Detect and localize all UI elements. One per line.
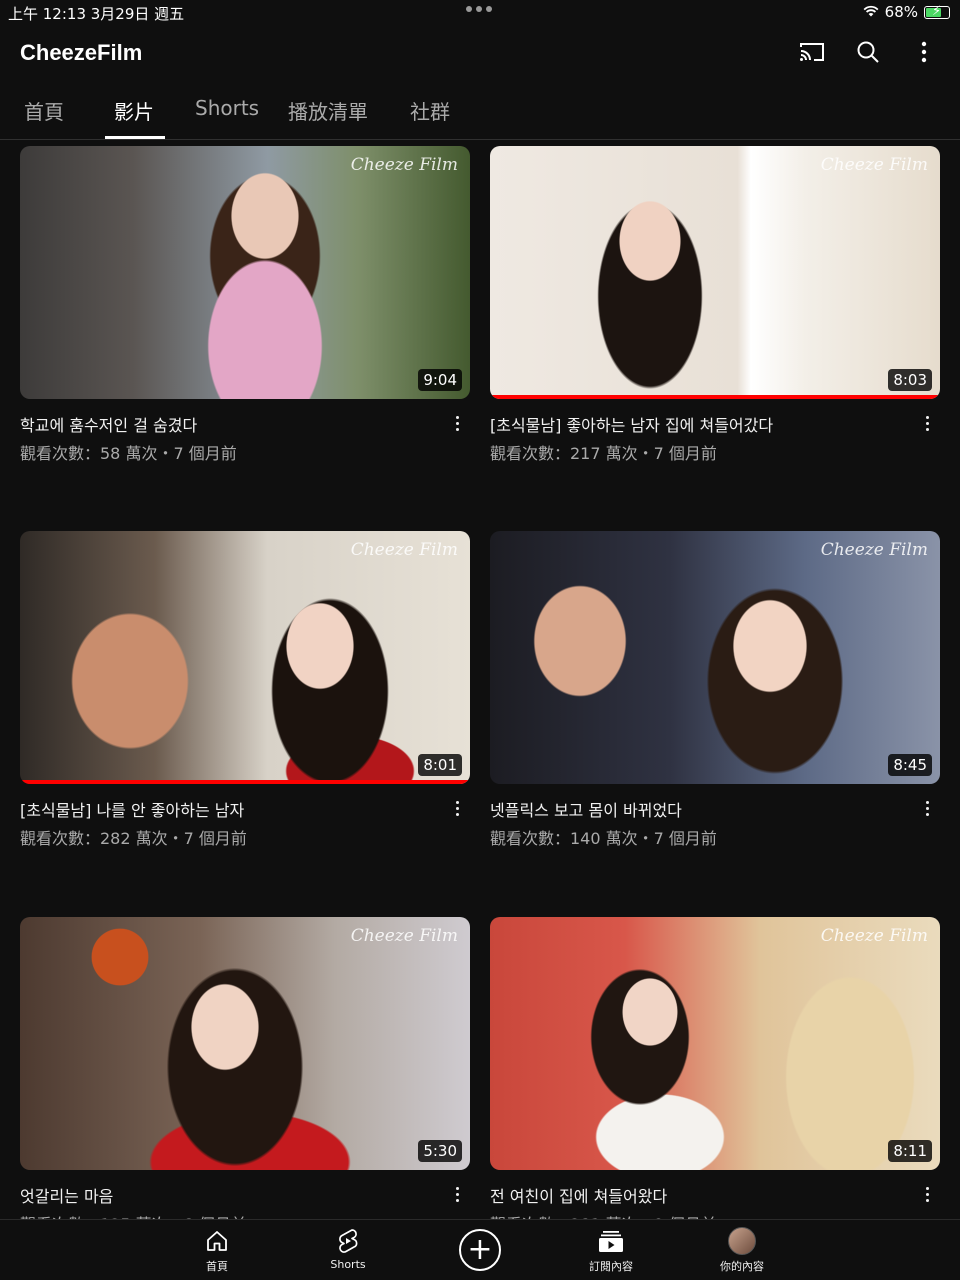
video-meta: 觀看次數：217 萬次・7 個月前 — [490, 444, 717, 463]
video-duration: 9:04 — [418, 369, 462, 391]
avatar — [728, 1227, 756, 1255]
video-thumbnail[interactable]: Cheeze Film 8:45 — [490, 531, 940, 784]
search-icon[interactable] — [854, 38, 882, 66]
more-vert-icon[interactable] — [910, 38, 938, 66]
video-meta: 觀看次數：125 萬次・8 個月前 — [20, 1211, 247, 1219]
channel-tabs: 首頁 影片 Shorts 播放清單 社群 — [0, 84, 960, 140]
create-icon[interactable]: + — [459, 1229, 501, 1271]
watermark: Cheeze Film — [820, 926, 928, 946]
status-time: 上午 12:13 3月29日 週五 — [8, 5, 185, 23]
tab-videos[interactable]: 影片 — [114, 96, 154, 125]
video-thumbnail[interactable]: Cheeze Film 8:11 — [490, 917, 940, 1170]
status-bar: 上午 12:13 3月29日 週五 68% ⚡ — [0, 0, 960, 26]
bottom-nav: 首頁 Shorts + 訂閱內容 你的內容 — [0, 1219, 960, 1280]
channel-name: CheezeFilm — [20, 40, 143, 65]
more-vert-icon[interactable] — [454, 1187, 460, 1202]
video-grid: Cheeze Film 9:04 학교에 훔수저인 걸 숨겼다 觀看次數：58 … — [0, 141, 960, 1219]
tab-playlists[interactable]: 播放清單 — [288, 96, 368, 125]
video-duration: 8:03 — [888, 369, 932, 391]
video-thumbnail[interactable]: Cheeze Film 8:01 — [20, 531, 470, 784]
nav-you[interactable]: 你的內容 — [697, 1226, 787, 1274]
more-vert-icon[interactable] — [924, 801, 930, 816]
more-vert-icon[interactable] — [924, 1187, 930, 1202]
video-duration: 8:11 — [888, 1140, 932, 1162]
watch-progress-bar — [20, 780, 470, 784]
video-thumbnail[interactable]: Cheeze Film 9:04 — [20, 146, 470, 399]
battery-percent: 68% — [884, 3, 918, 21]
watermark: Cheeze Film — [820, 155, 928, 175]
video-title[interactable]: 넷플릭스 보고 몸이 바뀌었다 — [490, 797, 910, 821]
tab-shorts[interactable]: Shorts — [195, 96, 259, 120]
multitasking-dots-icon[interactable] — [466, 6, 492, 12]
video-thumbnail[interactable]: Cheeze Film 8:03 — [490, 146, 940, 399]
video-meta: 觀看次數：58 萬次・7 個月前 — [20, 444, 237, 463]
video-duration: 8:45 — [888, 754, 932, 776]
video-title[interactable]: 엇갈리는 마음 — [20, 1183, 440, 1207]
tab-home[interactable]: 首頁 — [24, 96, 64, 125]
nav-label: 首頁 — [206, 1260, 228, 1273]
wifi-icon — [863, 3, 879, 21]
video-title[interactable]: [초식물남] 나를 안 좋아하는 남자 — [20, 797, 440, 821]
video-meta: 觀看次數：140 萬次・7 個月前 — [490, 829, 717, 848]
more-vert-icon[interactable] — [454, 801, 460, 816]
shorts-icon — [303, 1226, 393, 1256]
battery-icon: ⚡ — [924, 4, 950, 19]
status-right: 68% ⚡ — [863, 3, 950, 21]
video-thumbnail[interactable]: Cheeze Film 5:30 — [20, 917, 470, 1170]
video-meta: 觀看次數：282 萬次・7 個月前 — [20, 829, 247, 848]
watermark: Cheeze Film — [350, 540, 458, 560]
cast-icon[interactable] — [798, 38, 826, 66]
nav-label: Shorts — [330, 1258, 366, 1271]
tab-community[interactable]: 社群 — [410, 96, 450, 125]
nav-home[interactable]: 首頁 — [172, 1226, 262, 1274]
watch-progress-bar — [490, 395, 940, 399]
nav-shorts[interactable]: Shorts — [303, 1226, 393, 1271]
watermark: Cheeze Film — [820, 540, 928, 560]
watermark: Cheeze Film — [350, 155, 458, 175]
video-title[interactable]: [초식물남] 좋아하는 남자 집에 쳐들어갔다 — [490, 412, 910, 436]
video-title[interactable]: 전 여친이 집에 쳐들어왔다 — [490, 1183, 910, 1207]
more-vert-icon[interactable] — [454, 416, 460, 431]
nav-label: 你的內容 — [720, 1260, 764, 1273]
nav-label: 訂閱內容 — [589, 1260, 633, 1273]
nav-subscriptions[interactable]: 訂閱內容 — [566, 1226, 656, 1274]
app-bar: CheezeFilm — [0, 30, 960, 80]
watermark: Cheeze Film — [350, 926, 458, 946]
more-vert-icon[interactable] — [924, 416, 930, 431]
video-duration: 5:30 — [418, 1140, 462, 1162]
video-duration: 8:01 — [418, 754, 462, 776]
active-tab-indicator — [105, 136, 165, 139]
video-meta: 觀看次數：281 萬次・9 個月前 — [490, 1211, 717, 1219]
video-title[interactable]: 학교에 훔수저인 걸 숨겼다 — [20, 412, 440, 436]
subscriptions-icon — [566, 1226, 656, 1256]
home-icon — [172, 1226, 262, 1256]
